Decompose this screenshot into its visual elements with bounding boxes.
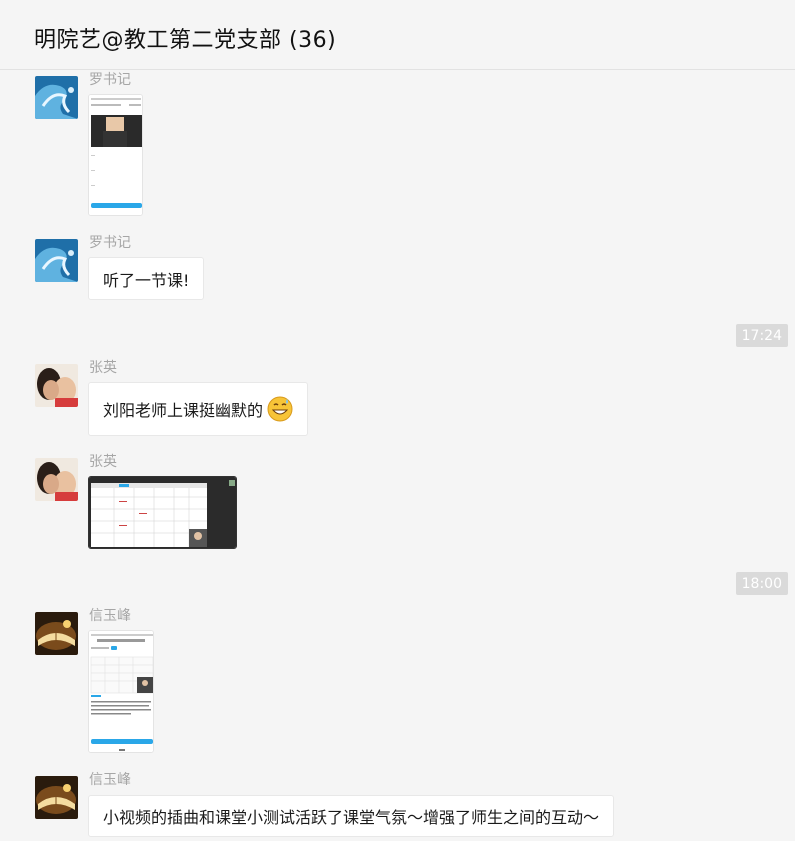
- sender-name: 罗书记: [89, 235, 131, 251]
- grin-sweat-emoji: [267, 396, 293, 422]
- message-text: 小视频的插曲和课堂小测试活跃了课堂气氛～增强了师生之间的互动～: [103, 808, 600, 827]
- text-message-bubble[interactable]: 小视频的插曲和课堂小测试活跃了课堂气氛～增强了师生之间的互动～: [88, 795, 615, 837]
- timestamp-badge: 18:00: [735, 572, 788, 595]
- message-text: 刘阳老师上课挺幽默的: [103, 401, 264, 420]
- timestamp-badge: 17:24: [735, 324, 788, 347]
- chat-header: 明院艺@教工第二党支部 (36): [0, 0, 795, 70]
- avatar-luo[interactable]: [35, 239, 78, 282]
- image-message-thumbnail[interactable]: [88, 94, 143, 216]
- avatar-xin[interactable]: [35, 776, 78, 819]
- text-message-bubble[interactable]: 听了一节课!: [88, 257, 205, 300]
- image-message-thumbnail[interactable]: [88, 476, 237, 549]
- timestamp-text: 18:00: [741, 575, 782, 592]
- timestamp-text: 17:24: [741, 327, 782, 344]
- text-message-bubble[interactable]: 刘阳老师上课挺幽默的: [88, 382, 309, 436]
- avatar-xin[interactable]: [35, 612, 78, 655]
- message-text: 听了一节课!: [103, 270, 190, 290]
- avatar-zhang[interactable]: [35, 458, 78, 501]
- avatar-zhang[interactable]: [35, 364, 78, 407]
- image-message-thumbnail[interactable]: [88, 630, 154, 753]
- sender-name: 信玉峰: [89, 608, 131, 624]
- chat-title[interactable]: 明院艺@教工第二党支部 (36): [34, 22, 336, 54]
- sender-name: 信玉峰: [89, 772, 131, 788]
- sender-name: 罗书记: [89, 72, 131, 88]
- sender-name: 张英: [89, 360, 117, 376]
- sender-name: 张英: [89, 454, 117, 470]
- avatar-luo[interactable]: [35, 76, 78, 119]
